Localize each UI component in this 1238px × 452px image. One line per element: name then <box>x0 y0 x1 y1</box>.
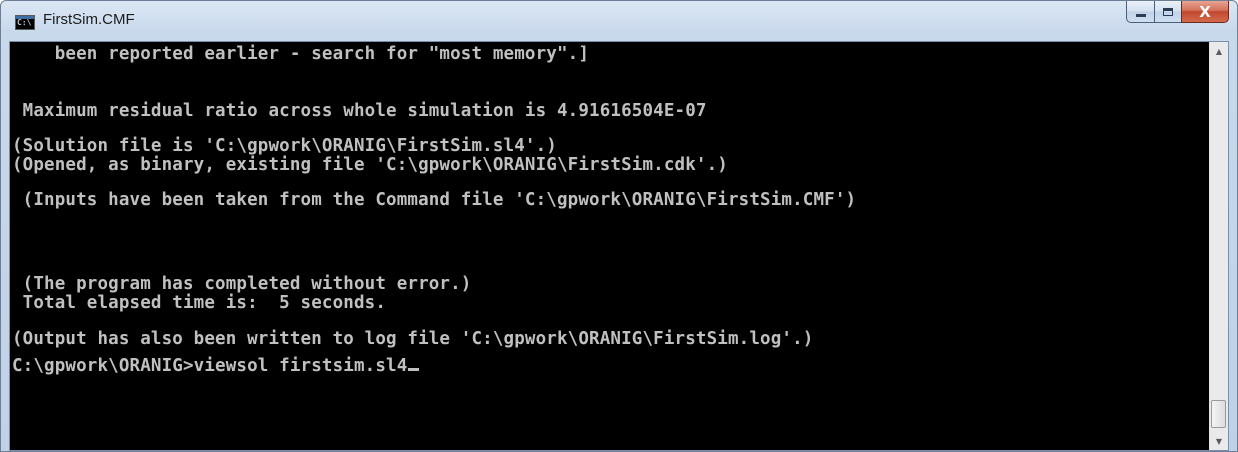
console-icon[interactable]: C:\ <box>15 15 35 30</box>
scrollbar-thumb[interactable] <box>1211 400 1226 428</box>
close-button[interactable]: X <box>1181 1 1229 23</box>
console-line: been reported earlier - search for "most… <box>12 44 590 64</box>
console-line: Maximum residual ratio across whole simu… <box>12 101 707 121</box>
scroll-down-icon[interactable]: ▼ <box>1210 432 1228 450</box>
window-title: FirstSim.CMF <box>43 11 135 28</box>
minimize-icon <box>1135 14 1146 17</box>
title-bar[interactable]: C:\ FirstSim.CMF X <box>1 1 1237 41</box>
maximize-button[interactable] <box>1154 1 1181 23</box>
console-window: C:\ FirstSim.CMF X been reported earlier… <box>0 0 1238 452</box>
vertical-scrollbar[interactable]: ▲ ▼ <box>1209 42 1228 450</box>
console-line: (Solution file is 'C:\gpwork\ORANIG\Firs… <box>12 136 557 156</box>
close-icon: X <box>1199 2 1211 21</box>
console-client-area: been reported earlier - search for "most… <box>9 41 1229 451</box>
maximize-icon <box>1163 7 1173 16</box>
console-line: Total elapsed time is: 5 seconds. <box>12 293 387 313</box>
console-line: (Inputs have been taken from the Command… <box>12 190 857 210</box>
console-output[interactable]: been reported earlier - search for "most… <box>10 42 1210 450</box>
prompt-command-text: C:\gpwork\ORANIG>viewsol firstsim.sl4 <box>12 356 408 376</box>
text-cursor <box>408 368 420 371</box>
console-line: (The program has completed without error… <box>12 274 472 294</box>
command-prompt-line[interactable]: C:\gpwork\ORANIG>viewsol firstsim.sl4 <box>12 356 420 376</box>
minimize-button[interactable] <box>1126 1 1154 23</box>
scroll-up-icon[interactable]: ▲ <box>1210 42 1228 60</box>
caption-buttons: X <box>1126 1 1229 23</box>
console-line: (Opened, as binary, existing file 'C:\gp… <box>12 155 728 175</box>
console-line: (Output has also been written to log fil… <box>12 329 814 349</box>
